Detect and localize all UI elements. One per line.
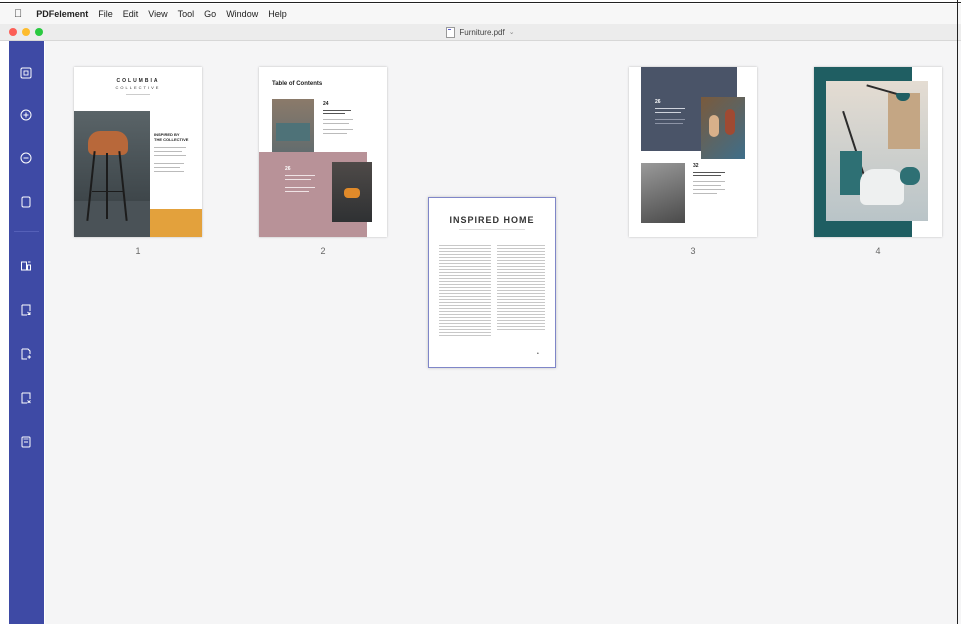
page2-heading: Table of Contents — [272, 81, 323, 87]
page1-subline — [126, 94, 150, 95]
page3-text-line — [693, 189, 725, 190]
page2-text-line — [323, 129, 353, 130]
page2-sofa-photo — [272, 99, 314, 157]
page-tools-sidebar — [9, 41, 44, 624]
blank-page-icon[interactable] — [19, 195, 33, 209]
page-number-2: 2 — [320, 246, 326, 256]
page3-text-line — [693, 181, 725, 182]
menu-help[interactable]: Help — [268, 9, 287, 19]
page3-text-line — [655, 112, 681, 113]
page1-text-line — [154, 171, 184, 172]
document-icon — [446, 26, 456, 38]
page1-text-line — [154, 155, 186, 156]
page2-item1-number: 24 — [323, 101, 329, 107]
zoom-in-icon[interactable] — [19, 108, 33, 122]
dragged-page-column-left — [439, 243, 491, 338]
page-thumbnails-area: COLUMBIA COLLECTIVE INSPIRED BY THE COLL… — [45, 41, 961, 624]
menu-tool[interactable]: Tool — [178, 9, 195, 19]
sidebar-divider — [14, 231, 39, 232]
page2-text-line — [323, 133, 347, 134]
chevron-down-icon[interactable]: ⌄ — [509, 28, 515, 36]
window-right-edge — [957, 0, 958, 624]
page2-text-line — [323, 113, 345, 114]
page-thumbnail-4[interactable] — [814, 67, 942, 237]
page3-text-line — [655, 119, 685, 120]
page1-brand-line1: COLUMBIA — [116, 78, 160, 84]
zoom-window-button[interactable] — [35, 28, 43, 36]
menu-file[interactable]: File — [98, 9, 113, 19]
dragged-page-subline — [459, 229, 525, 230]
page2-chair-photo — [332, 162, 372, 222]
page-number-3: 3 — [690, 246, 696, 256]
page3-people-photo — [701, 97, 745, 159]
fit-page-icon[interactable] — [19, 66, 33, 80]
page3-item2-number: 32 — [693, 163, 699, 169]
page1-chair-photo — [74, 111, 150, 237]
menu-app-name[interactable]: PDFelement — [36, 9, 88, 19]
page-number-1: 1 — [135, 246, 141, 256]
page1-brand-line2: COLLECTIVE — [115, 85, 161, 90]
page2-text-line — [323, 110, 351, 111]
page-thumbnail-1[interactable]: COLUMBIA COLLECTIVE INSPIRED BY THE COLL… — [74, 67, 202, 237]
close-window-button[interactable] — [9, 28, 17, 36]
page3-texture-photo — [641, 163, 685, 223]
menu-view[interactable]: View — [148, 9, 167, 19]
page1-text-line — [154, 147, 186, 148]
page4-interior-photo — [826, 81, 928, 221]
page3-text-line — [693, 172, 725, 173]
delete-page-icon[interactable] — [19, 435, 33, 449]
page2-text-line — [323, 123, 349, 124]
dragged-page-footer-mark: • — [537, 351, 539, 357]
window-controls — [9, 28, 43, 36]
dragged-page-column-right — [497, 243, 545, 331]
page-number-4: 4 — [875, 246, 881, 256]
page3-item1-number: 26 — [655, 99, 661, 105]
minimize-window-button[interactable] — [22, 28, 30, 36]
page3-text-line — [693, 175, 721, 176]
page1-text-line — [154, 151, 182, 152]
replace-page-icon[interactable] — [19, 391, 33, 405]
page2-text-line — [285, 191, 309, 192]
page2-text-line — [285, 179, 311, 180]
page1-heading-line2: THE COLLECTIVE — [154, 137, 189, 142]
menu-window[interactable]: Window — [226, 9, 258, 19]
split-document-icon[interactable] — [19, 347, 33, 361]
zoom-out-icon[interactable] — [19, 151, 33, 165]
window-top-edge — [0, 2, 961, 3]
page3-text-line — [655, 108, 685, 109]
page1-text-line — [154, 163, 184, 164]
dragged-page-heading: INSPIRED HOME — [449, 215, 535, 225]
page-thumbnail-3[interactable]: 26 32 — [629, 67, 757, 237]
document-title[interactable]: Furniture.pdf — [459, 28, 504, 37]
window-titlebar: Furniture.pdf ⌄ — [0, 24, 961, 41]
insert-page-icon[interactable] — [19, 303, 33, 317]
menu-edit[interactable]: Edit — [123, 9, 139, 19]
page3-text-line — [693, 185, 721, 186]
page2-item2-number: 26 — [285, 166, 291, 172]
page3-text-line — [655, 123, 683, 124]
menu-bar:  PDFelement File Edit View Tool Go Wind… — [0, 4, 961, 24]
page2-text-line — [323, 119, 353, 120]
page2-text-line — [285, 187, 315, 188]
page3-text-line — [693, 193, 717, 194]
page1-orange-block — [150, 209, 202, 237]
page-thumbnail-2[interactable]: Table of Contents 24 26 — [259, 67, 387, 237]
apple-icon[interactable]:  — [14, 8, 22, 20]
extract-pages-icon[interactable] — [19, 259, 33, 273]
page1-text-line — [154, 167, 180, 168]
dragged-page-thumbnail[interactable]: INSPIRED HOME W • — [428, 197, 556, 368]
menu-go[interactable]: Go — [204, 9, 216, 19]
page2-text-line — [285, 175, 315, 176]
